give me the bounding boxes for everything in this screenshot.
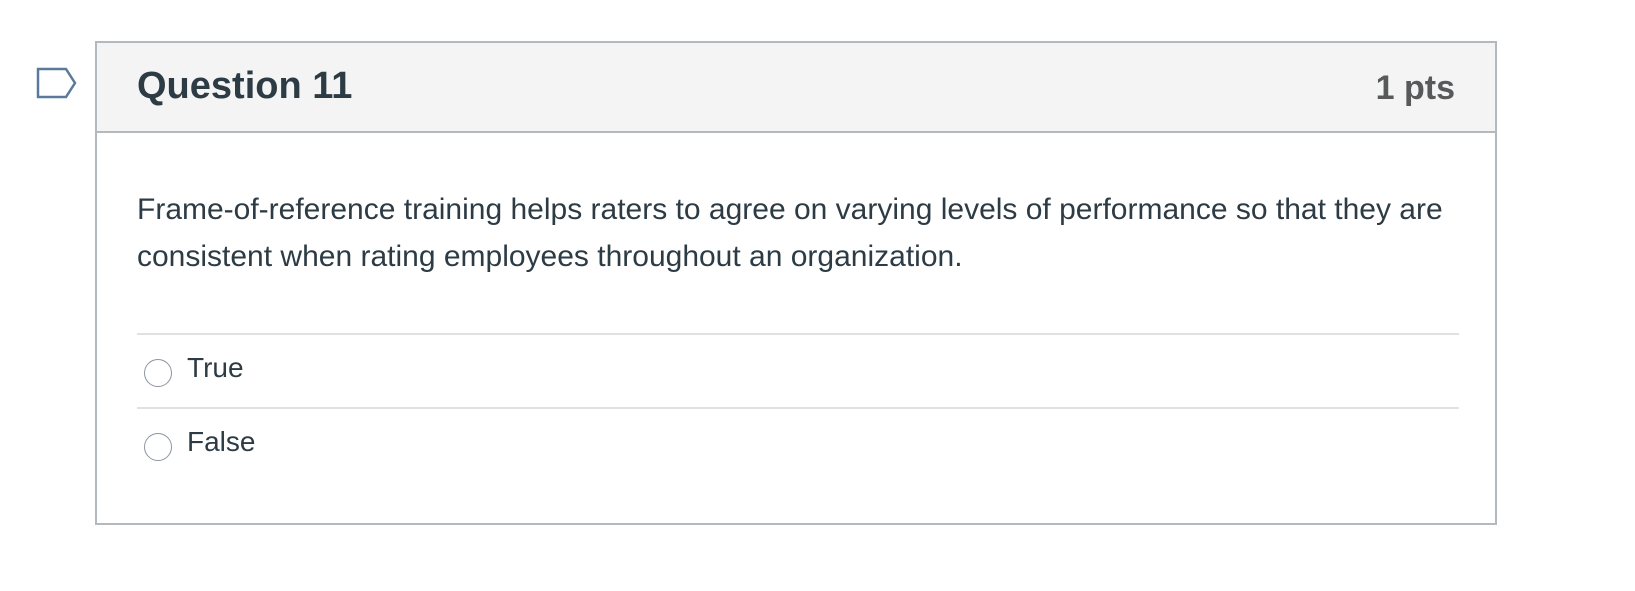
question-points: 1 pts <box>1375 69 1455 107</box>
answer-label[interactable]: False <box>187 426 255 458</box>
radio-button-icon[interactable] <box>144 359 172 387</box>
question-card: Question 11 1 pts Frame-of-reference tra… <box>95 41 1497 525</box>
question-header: Question 11 1 pts <box>97 43 1495 133</box>
answer-option-true[interactable]: True <box>137 333 1459 407</box>
answer-list: True False <box>137 333 1459 481</box>
answer-label[interactable]: True <box>187 352 244 384</box>
flag-question-icon[interactable] <box>36 67 78 103</box>
question-text: Frame-of-reference training helps raters… <box>137 193 1443 273</box>
question-title: Question 11 <box>137 65 353 107</box>
answer-option-false[interactable]: False <box>137 407 1459 481</box>
radio-button-icon[interactable] <box>144 433 172 461</box>
